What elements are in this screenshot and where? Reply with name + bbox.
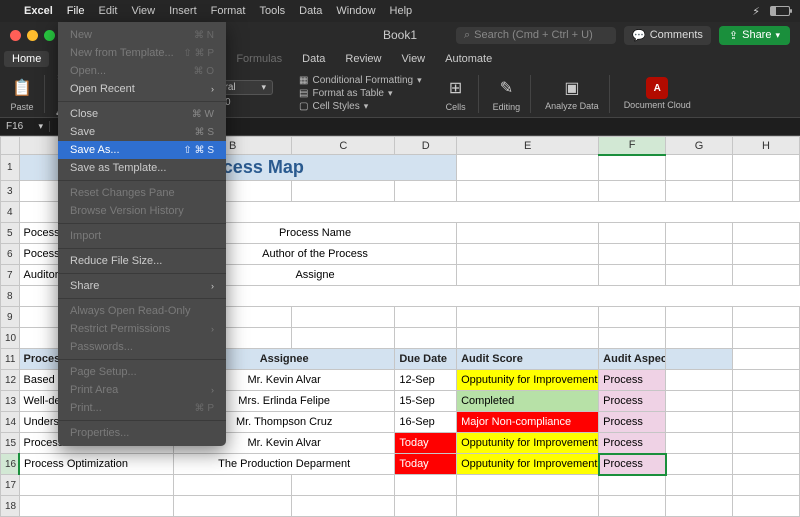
editing-icon[interactable]: ✎	[494, 76, 518, 100]
tab-review[interactable]: Review	[337, 51, 389, 67]
name-box[interactable]: F16▾	[0, 121, 50, 132]
cells-icon[interactable]: ⊞	[444, 76, 468, 100]
select-all-corner[interactable]	[1, 137, 20, 155]
tab-view[interactable]: View	[393, 51, 433, 67]
analyze-icon[interactable]: ▣	[560, 76, 584, 100]
menubar-format[interactable]: Format	[211, 5, 246, 17]
mac-menubar: Excel File Edit View Insert Format Tools…	[0, 0, 800, 22]
minimize-window-button[interactable]	[27, 30, 38, 41]
chevron-down-icon: ▾	[775, 30, 780, 41]
menubar-tools[interactable]: Tools	[259, 5, 285, 17]
file-menu-item: Print Area›	[58, 381, 226, 399]
file-menu-item[interactable]: Save as Template...	[58, 159, 226, 177]
comments-button[interactable]: 💬 Comments	[624, 26, 711, 45]
file-menu-item[interactable]: Save⌘ S	[58, 123, 226, 141]
comment-icon: 💬	[632, 29, 646, 42]
wifi-icon[interactable]: ⚡︎	[752, 5, 760, 18]
share-button[interactable]: ⇪ Share ▾	[719, 26, 790, 45]
col-E[interactable]: E	[457, 137, 599, 155]
file-menu-item[interactable]: Open Recent›	[58, 80, 226, 98]
menubar-edit[interactable]: Edit	[98, 5, 117, 17]
tab-automate[interactable]: Automate	[437, 51, 500, 67]
file-menu-item: Browse Version History	[58, 202, 226, 220]
cell-styles-icon[interactable]: ▢	[299, 101, 308, 112]
col-C[interactable]: C	[292, 137, 395, 155]
file-menu-item[interactable]: Share›	[58, 277, 226, 295]
file-menu-item[interactable]: Close⌘ W	[58, 105, 226, 123]
col-G[interactable]: G	[666, 137, 733, 155]
col-D[interactable]: D	[395, 137, 457, 155]
file-menu-item: Properties...	[58, 424, 226, 442]
tab-home[interactable]: Home	[4, 51, 49, 67]
menubar-view[interactable]: View	[131, 5, 155, 17]
col-H[interactable]: H	[733, 137, 800, 155]
file-menu-item: Passwords...	[58, 338, 226, 356]
file-menu-item: Open...⌘ O	[58, 62, 226, 80]
close-window-button[interactable]	[10, 30, 21, 41]
file-menu-item[interactable]: Save As...⇧ ⌘ S	[58, 141, 226, 159]
battery-icon	[770, 6, 790, 16]
file-menu-item: New from Template...⇧ ⌘ P	[58, 44, 226, 62]
cond-fmt-icon[interactable]: ▦	[299, 75, 308, 86]
menubar-insert[interactable]: Insert	[169, 5, 197, 17]
share-icon: ⇪	[729, 29, 738, 42]
as-table-icon[interactable]: ▤	[299, 88, 308, 99]
file-menu-item: Always Open Read-Only	[58, 302, 226, 320]
file-menu-item: Import	[58, 227, 226, 245]
menubar-window[interactable]: Window	[336, 5, 375, 17]
search-placeholder: Search (Cmd + Ctrl + U)	[474, 29, 593, 41]
cell[interactable]: Process Optimization	[19, 454, 173, 475]
file-menu-item: Reset Changes Pane	[58, 184, 226, 202]
paste-icon[interactable]: 📋	[10, 76, 34, 100]
file-menu-item: Restrict Permissions›	[58, 320, 226, 338]
menubar-file[interactable]: File	[67, 5, 85, 17]
menubar-help[interactable]: Help	[390, 5, 413, 17]
search-icon: ⌕	[464, 29, 470, 42]
paste-label: Paste	[10, 102, 33, 112]
adobe-icon[interactable]: A	[646, 77, 668, 99]
file-menu-item[interactable]: Reduce File Size...	[58, 252, 226, 270]
zoom-window-button[interactable]	[44, 30, 55, 41]
document-title: Book1	[383, 28, 417, 42]
tab-data[interactable]: Data	[294, 51, 333, 67]
file-menu-item: Page Setup...	[58, 363, 226, 381]
col-F[interactable]: F	[599, 137, 666, 155]
menubar-data[interactable]: Data	[299, 5, 322, 17]
menubar-app[interactable]: Excel	[24, 5, 53, 17]
tab-formulas[interactable]: Formulas	[228, 51, 290, 67]
search-input[interactable]: ⌕ Search (Cmd + Ctrl + U)	[456, 27, 616, 44]
file-menu-item: Print...⌘ P	[58, 399, 226, 417]
file-menu-item: New⌘ N	[58, 26, 226, 44]
file-menu-dropdown[interactable]: New⌘ NNew from Template...⇧ ⌘ POpen...⌘ …	[58, 22, 226, 446]
